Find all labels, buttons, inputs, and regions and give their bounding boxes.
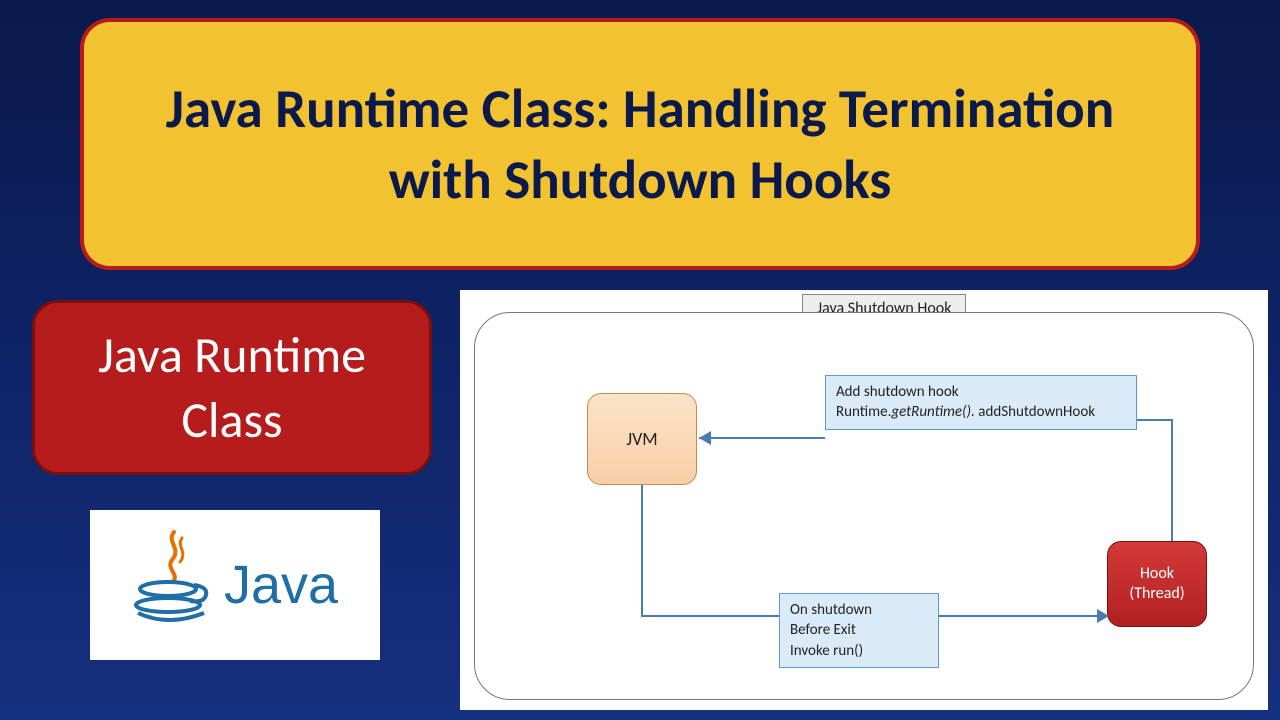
hook-node: Hook (Thread) <box>1107 541 1207 627</box>
main-title-box: Java Runtime Class: Handling Termination… <box>80 18 1200 270</box>
main-title-text: Java Runtime Class: Handling Termination… <box>114 73 1166 216</box>
note-on-shutdown: On shutdown Before Exit Invoke run() <box>779 593 939 668</box>
connector-line <box>1137 419 1173 421</box>
java-logo: Java <box>90 510 380 660</box>
arrow-head-icon <box>1097 609 1109 623</box>
diagram-panel: Java Shutdown Hook JVM Hook (Thread) Add… <box>460 290 1268 710</box>
note-add-line1: Add shutdown hook <box>836 382 1126 402</box>
subtitle-text: Java Runtime Class <box>45 323 419 453</box>
arrow-head-icon <box>699 431 711 445</box>
note-shutdown-line2: Before Exit <box>790 620 928 640</box>
note-add-hook: Add shutdown hook Runtime.getRuntime(). … <box>825 375 1137 430</box>
hook-label-1: Hook <box>1140 564 1174 584</box>
note-shutdown-line3: Invoke run() <box>790 641 928 661</box>
connector-line <box>641 485 643 617</box>
note-shutdown-line1: On shutdown <box>790 600 928 620</box>
diagram-frame: JVM Hook (Thread) Add shutdown hook Runt… <box>474 312 1254 700</box>
connector-line <box>939 615 1105 617</box>
connector-line <box>1171 419 1173 541</box>
connector-line <box>641 615 779 617</box>
jvm-node: JVM <box>587 393 697 485</box>
subtitle-box: Java Runtime Class <box>32 300 432 475</box>
connector-line <box>699 437 825 439</box>
java-cup-icon <box>132 530 212 640</box>
jvm-label: JVM <box>626 428 657 450</box>
java-logo-text: Java <box>224 554 338 616</box>
note-add-line2: Runtime.getRuntime(). addShutdownHook <box>836 402 1126 422</box>
hook-label-2: (Thread) <box>1129 584 1184 604</box>
